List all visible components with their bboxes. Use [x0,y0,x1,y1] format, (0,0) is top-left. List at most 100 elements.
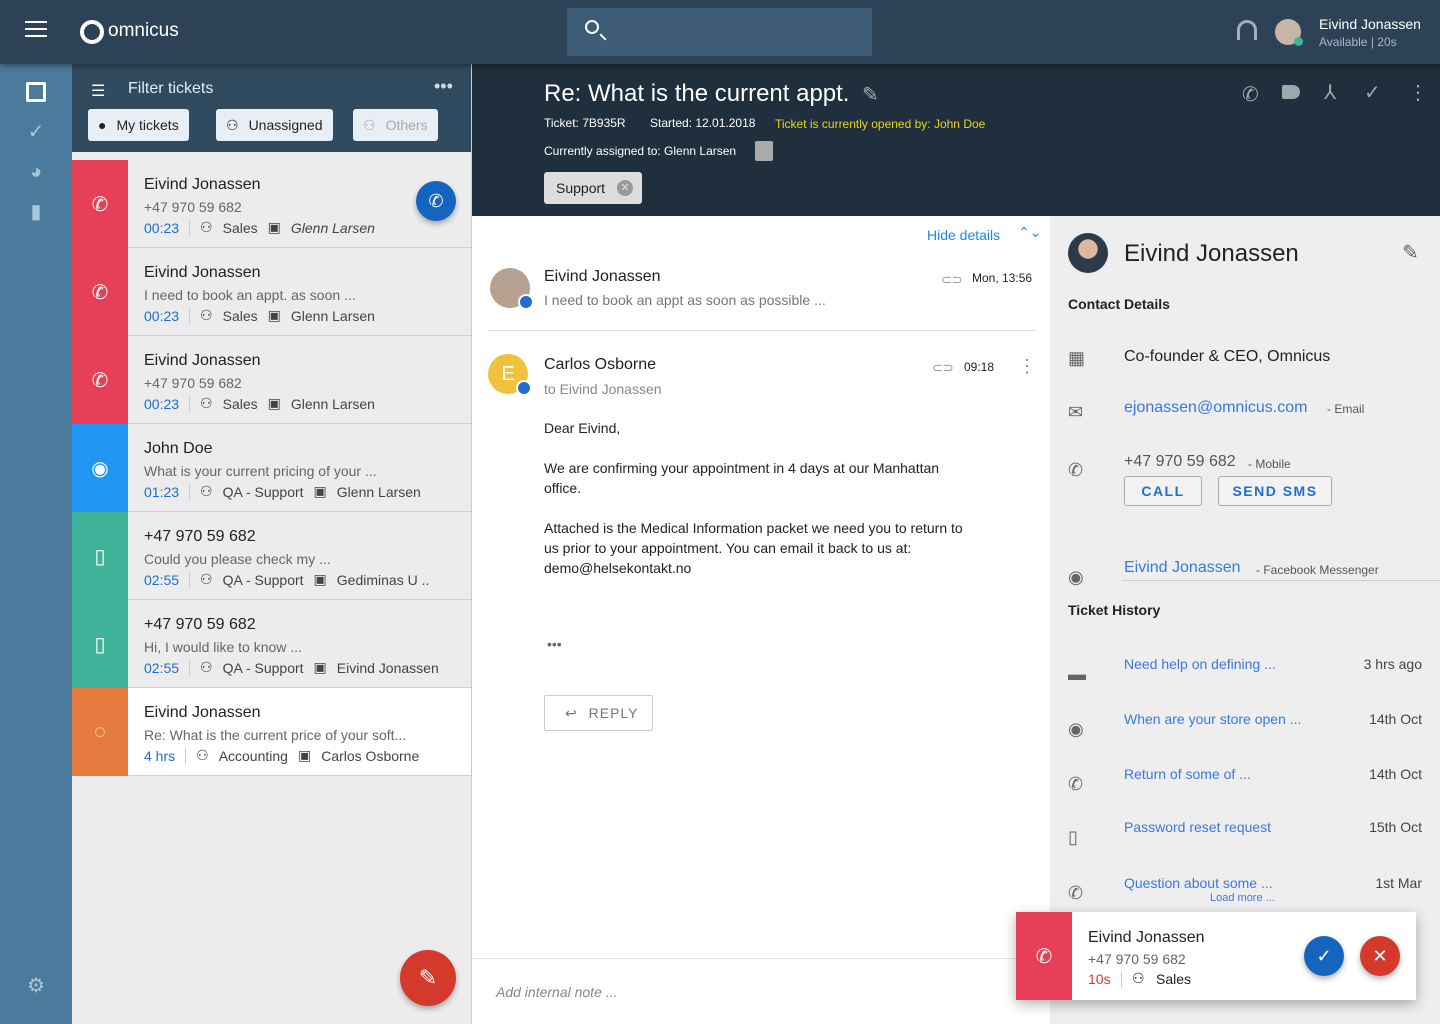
group-icon: ⚇ [200,307,213,323]
message-more-icon[interactable]: ⋮ [1018,356,1036,377]
send-sms-button[interactable]: SEND SMS [1218,476,1332,506]
internal-note-input[interactable]: Add internal note ... [496,984,617,1000]
ticket-filter-header: ☰ Filter tickets ••• ● My tickets ⚇ Unassi… [72,64,471,152]
user-status: Available | 20s [1319,35,1397,49]
history-item-link[interactable]: Return of some of ... [1124,766,1251,782]
filter-icon[interactable]: ☰ [91,81,105,101]
filter-title[interactable]: Filter tickets [128,80,213,98]
ticket-title: Re: What is the current appt. [544,80,850,107]
ticket-item[interactable]: ◌ Eivind Jonassen Re: What is the curren… [72,688,471,776]
decline-call-button[interactable]: ✕ [1360,936,1400,976]
call-button[interactable]: ✆ [416,181,456,221]
history-channel-icon: ◉ [1068,719,1084,739]
ticket-meta: 00:23 ⚇ Sales ▣ Glenn Larsen [144,307,375,324]
ticket-agent: Glenn Larsen [336,483,421,500]
tag-support[interactable]: Support ✕ [544,172,642,204]
ticket-preview: Hi, I would like to know ... [144,639,302,655]
agent-icon: ▣ [267,219,281,235]
chip-unassigned[interactable]: ⚇ Unassigned [216,109,333,141]
chip-others[interactable]: ⚇ Others [353,109,438,141]
user-avatar[interactable] [1275,19,1303,46]
more-vert-icon[interactable]: ⋮ [1408,80,1428,105]
people-icon: ⚇ [363,116,376,133]
chip-my-tickets[interactable]: ● My tickets [88,109,189,141]
assignee-badge-icon[interactable] [755,141,773,161]
attachment-icon: ⊂⊃ [932,360,954,375]
edit-contact-icon[interactable]: ✎ [1402,240,1419,265]
ticket-item[interactable]: ▯ +47 970 59 682 Could you please check … [72,512,471,600]
history-item-link[interactable]: Password reset request [1124,819,1271,835]
sender-avatar-letter: E [488,354,532,396]
more-icon[interactable]: ••• [434,76,453,97]
history-item-link[interactable]: Need help on defining ... [1124,656,1276,672]
history-item-date: 1st Mar [1375,875,1422,891]
phone-icon[interactable]: ✆ [1242,82,1259,107]
chip-label: Others [385,117,428,133]
ticket-item[interactable]: ✆ Eivind Jonassen +47 970 59 682 00:23 ⚇ S… [72,336,471,424]
message-preview[interactable]: I need to book an appt as soon as possib… [544,292,826,308]
ticket-item[interactable]: ◉ John Doe What is your current pricing … [72,424,471,512]
group-icon: ⚇ [200,395,213,411]
globe-icon[interactable]: ◕ [24,160,48,184]
call-group: Sales [1156,971,1192,987]
edit-title-icon[interactable]: ✎ [862,82,879,107]
ticket-item[interactable]: ▯ +47 970 59 682 Hi, I would like to kno… [72,600,471,688]
accept-call-button[interactable]: ✓ [1304,936,1344,976]
contact-avatar [1068,233,1108,273]
contact-email[interactable]: ejonassen@omnicus.com [1124,399,1307,417]
body-paragraph: Attached is the Medical Information pack… [544,520,963,576]
phone-incoming-icon: ✆ [72,160,128,248]
ticket-item[interactable]: ✆ Eivind Jonassen +47 970 59 682 00:23 ⚇ S… [72,160,471,248]
ticket-name: John Doe [144,440,213,457]
ticket-time: 01:23 [144,483,191,500]
ticket-item[interactable]: ✆ Eivind Jonassen I need to book an appt… [72,248,471,336]
collapse-icon[interactable]: ⌃⌄ [1018,224,1041,241]
reply-button[interactable]: ↩ REPLY [544,695,653,731]
menu-icon[interactable] [25,21,47,37]
sender-avatar [490,268,534,310]
contact-details-heading: Contact Details [1068,296,1170,312]
contact-messenger[interactable]: Eivind Jonassen [1124,559,1241,577]
ticket-opened-by: Ticket is currently opened by: John Doe [775,117,986,131]
history-item-link[interactable]: When are your store open ... [1124,711,1301,727]
headset-icon[interactable] [1237,20,1257,40]
history-item-link[interactable]: Question about some ... [1124,875,1273,891]
contact-panel: Eivind Jonassen ✎ Contact Details ▦ Co-f… [1050,216,1440,1024]
caller-phone: +47 970 59 682 [1088,951,1186,967]
call-contact-button[interactable]: CALL [1124,476,1202,506]
ticket-preview: +47 970 59 682 [144,199,242,215]
history-channel-icon: ▬ [1068,664,1086,684]
history-channel-icon: ▯ [1068,827,1078,847]
message-sender: Carlos Osborne [544,356,657,373]
expand-message-icon[interactable]: ••• [547,636,562,652]
mobile-icon: ▯ [72,600,128,688]
ticket-name: Eivind Jonassen [144,704,261,721]
resolve-icon[interactable]: ✓ [1364,80,1381,105]
history-item-date: 14th Oct [1369,711,1422,727]
agent-icon: ▣ [297,747,312,763]
ticket-agent: Carlos Osborne [321,747,420,764]
merge-icon[interactable]: ⅄ [1324,80,1336,105]
ticket-group: Accounting [218,747,288,764]
remove-tag-icon[interactable]: ✕ [617,180,633,196]
agent-icon: ▣ [267,395,281,411]
contact-phone: +47 970 59 682 [1124,453,1236,470]
group-icon: ⚇ [200,571,213,587]
phone-label: - Mobile [1248,457,1291,471]
settings-icon[interactable]: ⚙ [24,974,48,998]
user-name: Eivind Jonassen [1319,16,1421,32]
ticket-name: +47 970 59 682 [144,528,256,545]
search-input[interactable] [567,8,872,56]
ticket-meta: 01:23 ⚇ QA - Support ▣ Glenn Larsen [144,483,421,500]
attachment-icon: ⊂⊃ [941,272,963,287]
check-icon[interactable]: ✓ [24,120,48,144]
inbox-icon[interactable] [26,82,46,102]
top-bar: omnicus Eivind Jonassen Available | 20s [0,0,1440,64]
load-more-link[interactable]: Load more ... [1210,892,1275,904]
conversation-panel: Hide details ⌃⌄ Eivind Jonassen I need t… [472,216,1050,1024]
label-icon[interactable] [1282,85,1300,99]
ticket-name: +47 970 59 682 [144,616,256,633]
compose-button[interactable]: ✎ [400,950,456,1006]
bar-chart-icon[interactable]: ▮ [24,200,48,224]
hide-details-link[interactable]: Hide details [927,227,1000,243]
